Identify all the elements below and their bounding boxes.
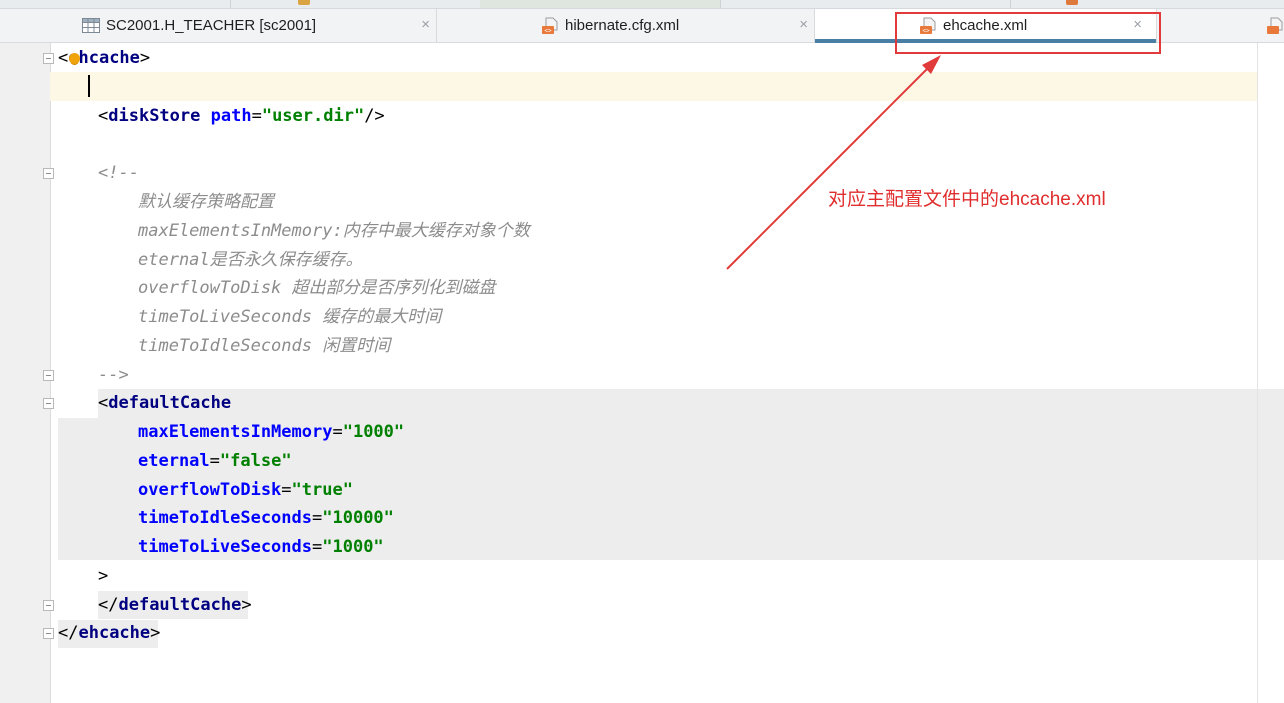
annotation-arrow bbox=[726, 55, 941, 270]
annotation-text: 对应主配置文件中的ehcache.xml bbox=[828, 189, 1106, 210]
